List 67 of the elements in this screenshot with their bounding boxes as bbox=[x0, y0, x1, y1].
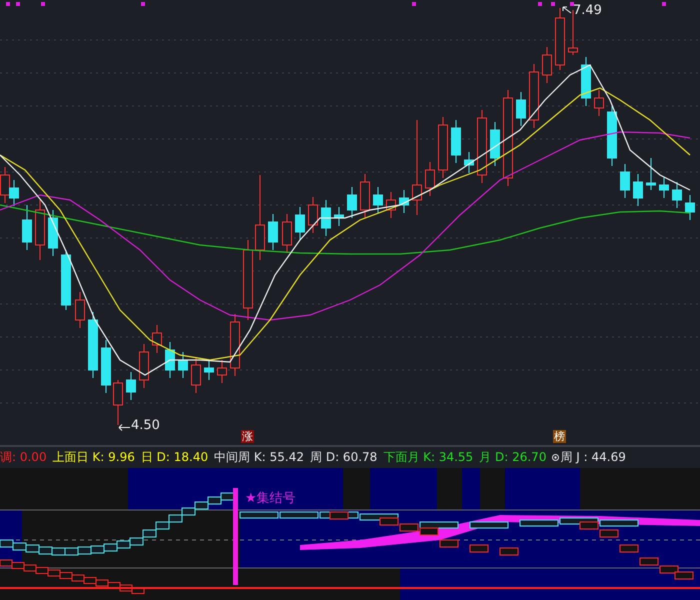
candle bbox=[165, 342, 175, 378]
step-bar bbox=[620, 544, 638, 552]
indicator-value: 调: 0.00 bbox=[0, 449, 47, 466]
candle bbox=[9, 180, 19, 206]
candle bbox=[607, 104, 617, 166]
candle bbox=[268, 214, 278, 250]
candle bbox=[152, 324, 162, 354]
candle bbox=[101, 340, 111, 394]
indicator-value: 中间周 K: 55.42 bbox=[214, 449, 304, 466]
candle bbox=[88, 312, 98, 378]
arrow-icon bbox=[118, 424, 130, 431]
signal-label: ★集结号 bbox=[245, 492, 296, 506]
candle bbox=[516, 92, 526, 126]
step-bar bbox=[440, 540, 458, 548]
high-price-label: 7.49 bbox=[573, 3, 602, 18]
candle bbox=[529, 64, 539, 128]
candle bbox=[282, 214, 292, 254]
candle bbox=[594, 90, 604, 116]
candle bbox=[113, 380, 123, 426]
candle bbox=[451, 120, 461, 164]
candle bbox=[204, 360, 214, 380]
candle bbox=[360, 174, 370, 218]
candle bbox=[334, 206, 344, 226]
candle bbox=[295, 206, 305, 240]
candle bbox=[191, 356, 201, 394]
candle bbox=[139, 344, 149, 388]
candle bbox=[542, 46, 552, 84]
candle bbox=[22, 204, 32, 250]
candle bbox=[217, 360, 227, 384]
indicator-value: 上面日 K: 9.96 bbox=[52, 449, 135, 466]
step-bar bbox=[500, 548, 518, 556]
arrow-icon bbox=[562, 6, 572, 14]
candle bbox=[581, 56, 591, 106]
candle bbox=[659, 176, 669, 198]
candle bbox=[490, 122, 500, 166]
candle bbox=[347, 186, 357, 218]
candle bbox=[672, 182, 682, 208]
candle bbox=[425, 162, 435, 196]
signal-tag: 涨 bbox=[241, 430, 254, 443]
candle bbox=[48, 210, 58, 256]
candle bbox=[75, 292, 85, 328]
indicator-value: 月 D: 26.70 bbox=[479, 449, 546, 466]
candle bbox=[230, 314, 240, 376]
candle bbox=[685, 194, 695, 220]
step-bar bbox=[470, 522, 508, 528]
candle bbox=[620, 164, 630, 198]
signal-tag: 榜 bbox=[553, 430, 566, 443]
candle bbox=[633, 174, 643, 206]
indicator-value: 下面月 K: 34.55 bbox=[383, 449, 474, 466]
candle bbox=[178, 352, 188, 378]
indicator-value: 周 D: 60.78 bbox=[310, 449, 378, 466]
candle bbox=[61, 250, 71, 310]
indicator-value: 日 D: 18.40 bbox=[140, 449, 208, 466]
low-price-label: 4.50 bbox=[131, 418, 160, 433]
candle bbox=[373, 186, 383, 214]
candle bbox=[308, 196, 318, 234]
candle bbox=[321, 200, 331, 236]
indicator-value: 周 J : 44.69 bbox=[560, 449, 626, 466]
candle bbox=[386, 192, 396, 218]
candle bbox=[555, 8, 565, 70]
candle bbox=[646, 158, 656, 190]
step-bar bbox=[470, 544, 488, 552]
candle bbox=[464, 152, 474, 174]
candle bbox=[399, 190, 409, 214]
candle bbox=[438, 116, 448, 178]
candle bbox=[35, 200, 45, 260]
candle bbox=[126, 372, 136, 400]
